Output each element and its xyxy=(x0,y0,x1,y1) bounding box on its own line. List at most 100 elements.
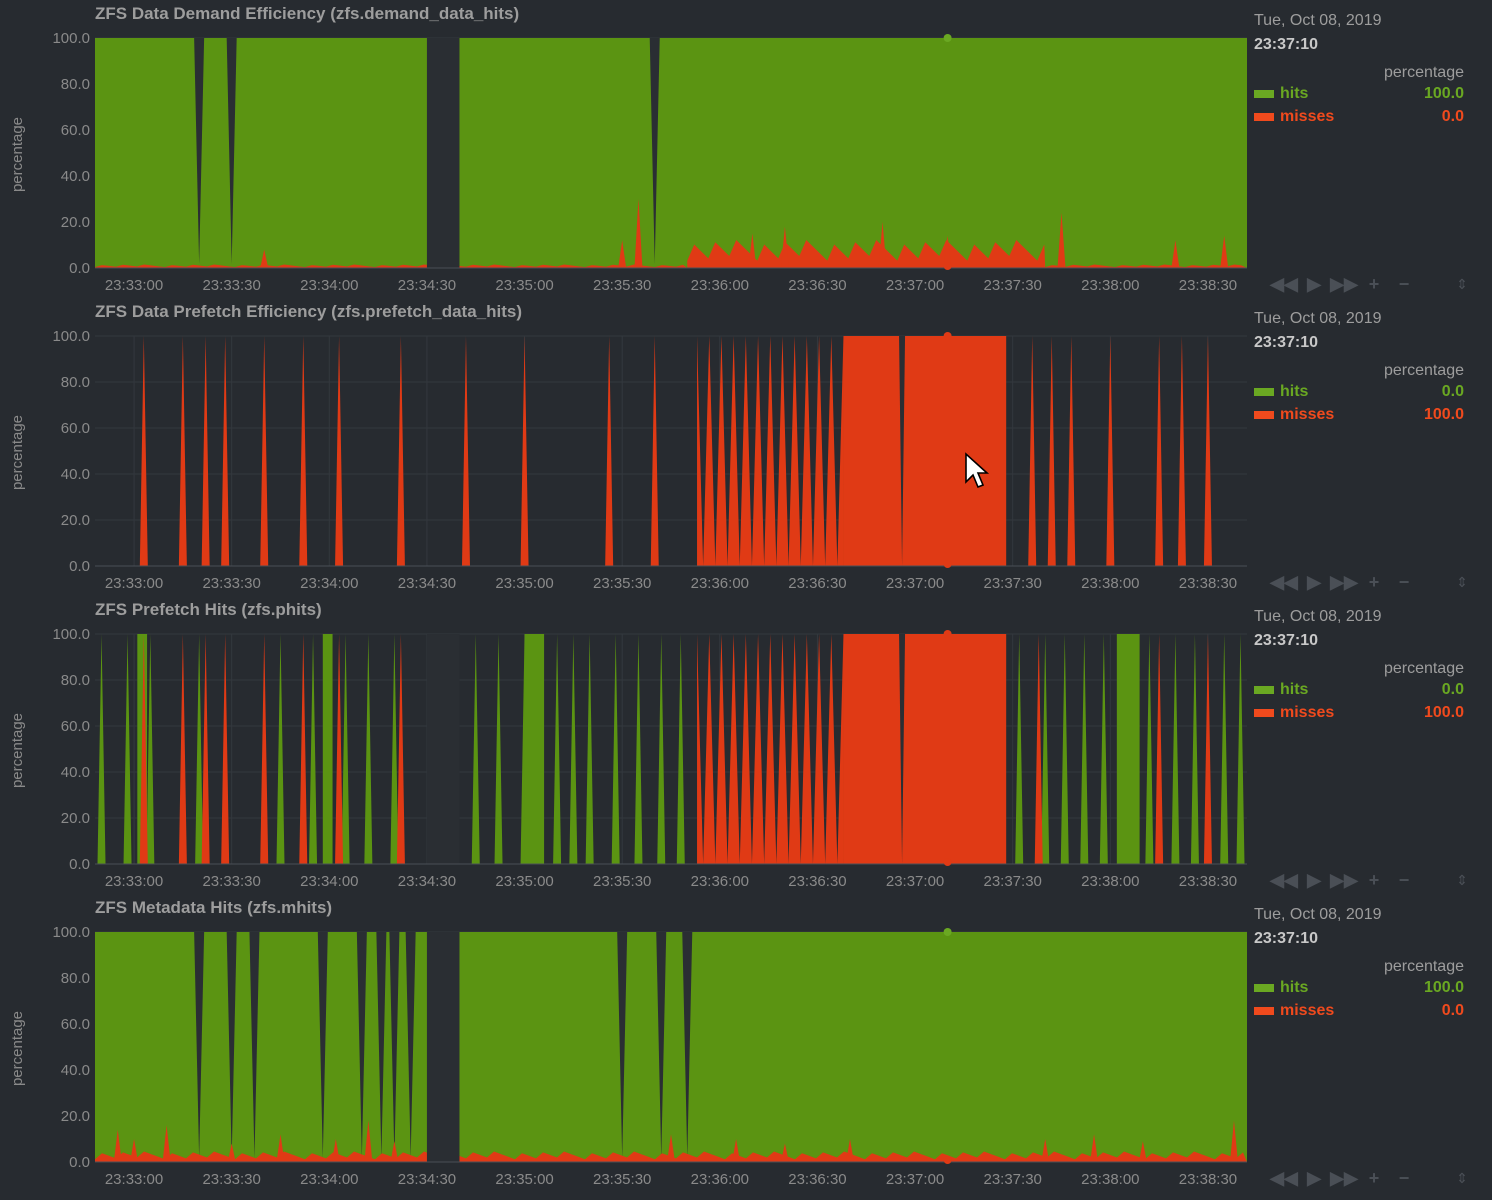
hits-spike xyxy=(676,634,685,864)
hits-spike xyxy=(1145,634,1154,864)
legend-item-misses[interactable]: misses 100.0 xyxy=(1254,701,1464,724)
legend-item-misses[interactable]: misses 0.0 xyxy=(1254,999,1464,1022)
play-icon[interactable]: ▶ xyxy=(1302,868,1326,892)
y-tick-label: 60.0 xyxy=(61,420,90,437)
chart-plot-area[interactable]: 100.0 80.0 60.0 40.0 20.0 0.0 23:33:00 23:33:30… xyxy=(0,894,1250,1192)
x-tick-label: 23:38:00 xyxy=(1081,277,1139,294)
resize-icon[interactable]: ⇕ xyxy=(1452,1166,1472,1190)
hits-spike xyxy=(494,634,503,864)
chart-plot-area[interactable]: 100.0 80.0 60.0 40.0 20.0 0.0 23:33:00 23:33:30… xyxy=(0,596,1250,894)
chart-toolbox: ◀◀ ▶ ▶▶ + − xyxy=(1270,270,1416,298)
misses-spike xyxy=(1047,336,1056,566)
chart-plot-area[interactable]: 100.0 80.0 60.0 40.0 20.0 0.0 23:33:00 23:33:30… xyxy=(0,0,1250,298)
x-tick-label: 23:37:00 xyxy=(886,277,944,294)
x-tick-label: 23:36:30 xyxy=(788,873,846,890)
hits-spike xyxy=(569,634,578,864)
misses-spike xyxy=(335,336,344,566)
legend-item-name: hits xyxy=(1280,978,1309,996)
play-icon[interactable]: ▶ xyxy=(1302,570,1326,594)
misses-spike xyxy=(260,336,269,566)
legend-time: 23:37:10 xyxy=(1254,36,1319,53)
legend-item-hits[interactable]: hits 100.0 xyxy=(1254,82,1464,105)
misses-spike xyxy=(260,634,269,864)
rewind-icon[interactable]: ◀◀ xyxy=(1270,272,1298,296)
zoom-out-icon[interactable]: − xyxy=(1392,570,1416,594)
legend-item-name: misses xyxy=(1280,107,1335,125)
legend-item-misses[interactable]: misses 100.0 xyxy=(1254,403,1464,426)
x-tick-label: 23:34:30 xyxy=(398,873,456,890)
fast-forward-icon[interactable]: ▶▶ xyxy=(1330,272,1358,296)
zoom-in-icon[interactable]: + xyxy=(1362,1166,1386,1190)
legend-swatch xyxy=(1254,983,1274,992)
rewind-icon[interactable]: ◀◀ xyxy=(1270,1166,1298,1190)
x-tick-label: 23:35:30 xyxy=(593,277,651,294)
legend-item-value: 0.0 xyxy=(1441,382,1464,400)
zoom-in-icon[interactable]: + xyxy=(1362,570,1386,594)
legend-swatch xyxy=(1254,685,1274,694)
rewind-icon[interactable]: ◀◀ xyxy=(1270,570,1298,594)
misses-spike xyxy=(221,634,230,864)
zoom-in-icon[interactable]: + xyxy=(1362,868,1386,892)
legend-date: Tue, Oct 08, 2019 xyxy=(1254,608,1382,625)
hits-block xyxy=(524,634,545,864)
play-icon[interactable]: ▶ xyxy=(1302,1166,1326,1190)
x-tick-label: 23:37:00 xyxy=(886,575,944,592)
legend-item-value: 100.0 xyxy=(1423,703,1464,721)
fast-forward-icon[interactable]: ▶▶ xyxy=(1330,868,1358,892)
y-tick-label: 60.0 xyxy=(61,122,90,139)
hits-spike xyxy=(1015,634,1024,864)
zoom-out-icon[interactable]: − xyxy=(1392,868,1416,892)
chart-panel-demand: ZFS Data Demand Efficiency (zfs.demand_d… xyxy=(0,0,1492,298)
misses-spike xyxy=(605,336,614,566)
legend-swatch xyxy=(1254,112,1274,121)
misses-spike xyxy=(201,336,210,566)
play-icon[interactable]: ▶ xyxy=(1302,272,1326,296)
hits-spike xyxy=(585,634,594,864)
fast-forward-icon[interactable]: ▶▶ xyxy=(1330,570,1358,594)
x-tick-label: 23:35:30 xyxy=(593,575,651,592)
y-tick-label: 0.0 xyxy=(69,558,90,575)
chart-panel-mhits: ZFS Metadata Hits (zfs.mhits) percentage 1… xyxy=(0,894,1492,1192)
x-tick-label: 23:33:00 xyxy=(105,873,163,890)
legend-item-hits[interactable]: hits 0.0 xyxy=(1254,678,1464,701)
legend-item-value: 100.0 xyxy=(1423,405,1464,423)
legend-item-hits[interactable]: hits 100.0 xyxy=(1254,976,1464,999)
legend-item-name: hits xyxy=(1280,680,1309,698)
misses-spike xyxy=(1106,336,1115,566)
x-tick-label: 23:38:30 xyxy=(1179,873,1237,890)
x-tick-label: 23:34:00 xyxy=(300,1171,358,1188)
misses-spike xyxy=(520,336,529,566)
resize-icon[interactable]: ⇕ xyxy=(1452,868,1472,892)
hits-spike xyxy=(1099,634,1108,864)
hits-spike xyxy=(341,634,350,864)
x-tick-label: 23:37:30 xyxy=(983,1171,1041,1188)
hits-spike xyxy=(471,634,480,864)
x-tick-label: 23:33:00 xyxy=(105,575,163,592)
chart-plot-area[interactable]: 100.0 80.0 60.0 40.0 20.0 0.0 23:33:00 23:33:30… xyxy=(0,298,1250,596)
fast-forward-icon[interactable]: ▶▶ xyxy=(1330,1166,1358,1190)
chart-panel-phits: ZFS Prefetch Hits (zfs.phits) percentage 1… xyxy=(0,596,1492,894)
resize-icon[interactable]: ⇕ xyxy=(1452,570,1472,594)
zoom-in-icon[interactable]: + xyxy=(1362,272,1386,296)
rewind-icon[interactable]: ◀◀ xyxy=(1270,868,1298,892)
x-tick-label: 23:37:00 xyxy=(886,873,944,890)
hits-spike xyxy=(195,634,204,864)
legend-item-hits[interactable]: hits 0.0 xyxy=(1254,380,1464,403)
hits-spike xyxy=(1236,634,1245,864)
y-tick-label: 40.0 xyxy=(61,764,90,781)
zoom-out-icon[interactable]: − xyxy=(1392,1166,1416,1190)
zoom-out-icon[interactable]: − xyxy=(1392,272,1416,296)
legend-item-misses[interactable]: misses 0.0 xyxy=(1254,105,1464,128)
resize-icon[interactable]: ⇕ xyxy=(1452,272,1472,296)
x-tick-label: 23:37:00 xyxy=(886,1171,944,1188)
y-tick-label: 20.0 xyxy=(61,1108,90,1125)
selection-marker xyxy=(943,858,952,866)
legend-units: percentage xyxy=(1383,958,1464,975)
chart-legend: Tue, Oct 08, 2019 23:37:10 percentage hits 0… xyxy=(1254,608,1464,724)
hits-spike xyxy=(553,634,562,864)
x-tick-label: 23:34:00 xyxy=(300,575,358,592)
misses-spike xyxy=(1203,336,1212,566)
y-tick-label: 80.0 xyxy=(61,970,90,987)
hits-spike xyxy=(276,634,285,864)
misses-spike xyxy=(396,336,405,566)
